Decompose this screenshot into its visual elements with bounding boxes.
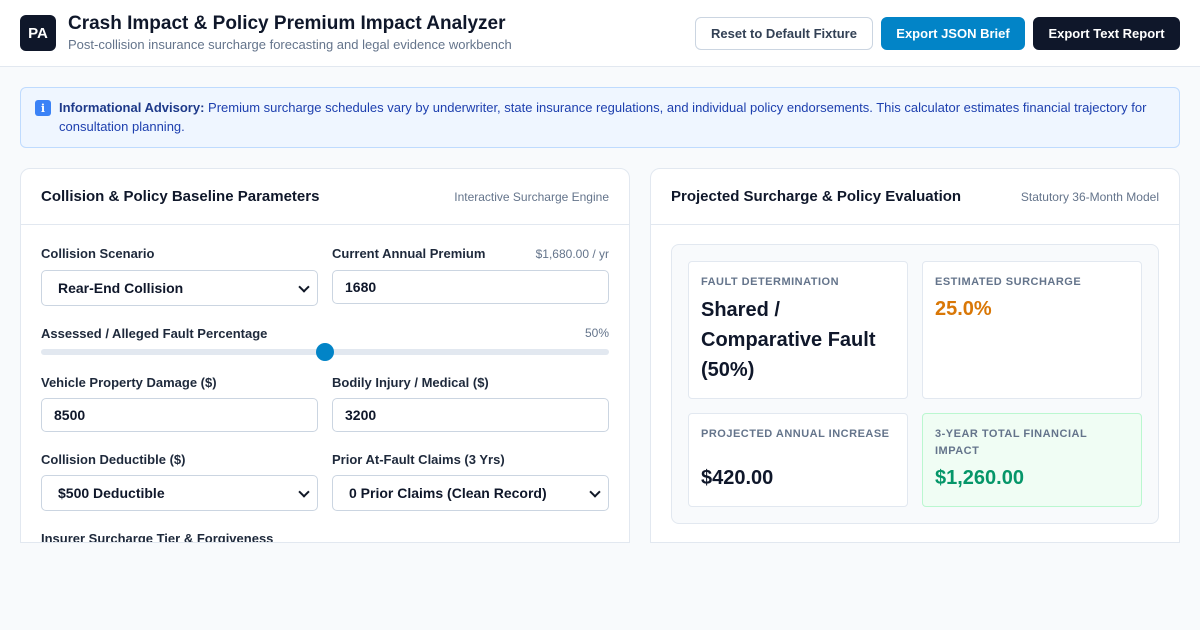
- total-impact-card: 3-YEAR TOTAL FINANCIAL IMPACT $1,260.00: [922, 413, 1142, 507]
- chevron-down-icon: [589, 486, 601, 498]
- prior-claims-value: 0 Prior Claims (Clean Record): [349, 485, 547, 501]
- prior-claims-select[interactable]: 0 Prior Claims (Clean Record): [332, 475, 609, 511]
- panel-tag: Interactive Surcharge Engine: [454, 190, 609, 204]
- advisory-bold: Informational Advisory:: [59, 100, 205, 115]
- slider-thumb[interactable]: [316, 343, 334, 361]
- fault-determination-card: FAULT DETERMINATION Shared / Comparative…: [688, 261, 908, 399]
- annual-premium-label: Current Annual Premium: [332, 246, 486, 261]
- app-header: PA Crash Impact & Policy Premium Impact …: [0, 0, 1200, 67]
- estimated-surcharge-card: ESTIMATED SURCHARGE 25.0%: [922, 261, 1142, 399]
- app-subtitle: Post-collision insurance surcharge forec…: [68, 37, 512, 52]
- fault-percentage-label: Assessed / Alleged Fault Percentage: [41, 326, 268, 341]
- fault-determination-value: Shared / Comparative Fault (50%): [701, 299, 876, 381]
- card-label: ESTIMATED SURCHARGE: [935, 276, 1082, 288]
- prior-claims-label: Prior At-Fault Claims (3 Yrs): [332, 452, 505, 467]
- annual-premium-input[interactable]: 1680: [332, 270, 609, 304]
- total-impact-value: $1,260.00: [935, 467, 1024, 489]
- chevron-down-icon: [298, 281, 310, 293]
- chevron-down-icon: [298, 486, 310, 498]
- bodily-injury-label: Bodily Injury / Medical ($): [332, 375, 489, 390]
- bodily-injury-input[interactable]: 3200: [332, 398, 609, 432]
- property-damage-value: 8500: [54, 407, 86, 423]
- deductible-label: Collision Deductible ($): [41, 452, 186, 467]
- deductible-value: $500 Deductible: [58, 485, 165, 501]
- baseline-parameters-panel: Collision & Policy Baseline Parameters I…: [20, 168, 630, 543]
- info-icon: i: [35, 100, 51, 116]
- property-damage-label: Vehicle Property Damage ($): [41, 375, 217, 390]
- annual-premium-value: 1680: [345, 279, 377, 295]
- property-damage-input[interactable]: 8500: [41, 398, 318, 432]
- panel-title: Projected Surcharge & Policy Evaluation: [671, 188, 962, 205]
- export-json-button[interactable]: Export JSON Brief: [881, 17, 1025, 50]
- annual-premium-hint: $1,680.00 / yr: [535, 247, 609, 261]
- deductible-select[interactable]: $500 Deductible: [41, 475, 318, 511]
- advisory-text: Informational Advisory: Premium surcharg…: [59, 98, 1159, 136]
- card-label: FAULT DETERMINATION: [701, 276, 840, 288]
- advisory-banner: i Informational Advisory: Premium surcha…: [20, 87, 1180, 148]
- card-label: 3-YEAR TOTAL FINANCIAL IMPACT: [935, 428, 1087, 457]
- fault-percentage-slider[interactable]: [41, 343, 609, 361]
- collision-scenario-value: Rear-End Collision: [58, 280, 184, 296]
- annual-increase-card: PROJECTED ANNUAL INCREASE $420.00: [688, 413, 908, 507]
- panel-header: Projected Surcharge & Policy Evaluation …: [651, 169, 1179, 225]
- surcharge-evaluation-panel: Projected Surcharge & Policy Evaluation …: [650, 168, 1180, 543]
- fault-percentage-value: 50%: [584, 326, 609, 340]
- estimated-surcharge-value: 25.0%: [935, 298, 992, 320]
- annual-increase-value: $420.00: [701, 467, 774, 489]
- panel-title: Collision & Policy Baseline Parameters: [41, 188, 320, 205]
- panel-header: Collision & Policy Baseline Parameters I…: [21, 169, 629, 225]
- collision-scenario-select[interactable]: Rear-End Collision: [41, 270, 318, 306]
- panel-tag: Statutory 36-Month Model: [1020, 190, 1159, 204]
- results-grid: FAULT DETERMINATION Shared / Comparative…: [671, 244, 1159, 524]
- app-logo: PA: [20, 15, 56, 51]
- collision-scenario-label: Collision Scenario: [41, 246, 155, 261]
- card-label: PROJECTED ANNUAL INCREASE: [701, 428, 890, 440]
- export-text-button[interactable]: Export Text Report: [1033, 17, 1180, 50]
- app-title: Crash Impact & Policy Premium Impact Ana…: [68, 13, 506, 34]
- surcharge-tier-label: Insurer Surcharge Tier & Forgiveness: [41, 531, 274, 543]
- advisory-body: Premium surcharge schedules vary by unde…: [59, 100, 1147, 134]
- reset-button[interactable]: Reset to Default Fixture: [695, 17, 873, 50]
- bodily-injury-value: 3200: [345, 407, 377, 423]
